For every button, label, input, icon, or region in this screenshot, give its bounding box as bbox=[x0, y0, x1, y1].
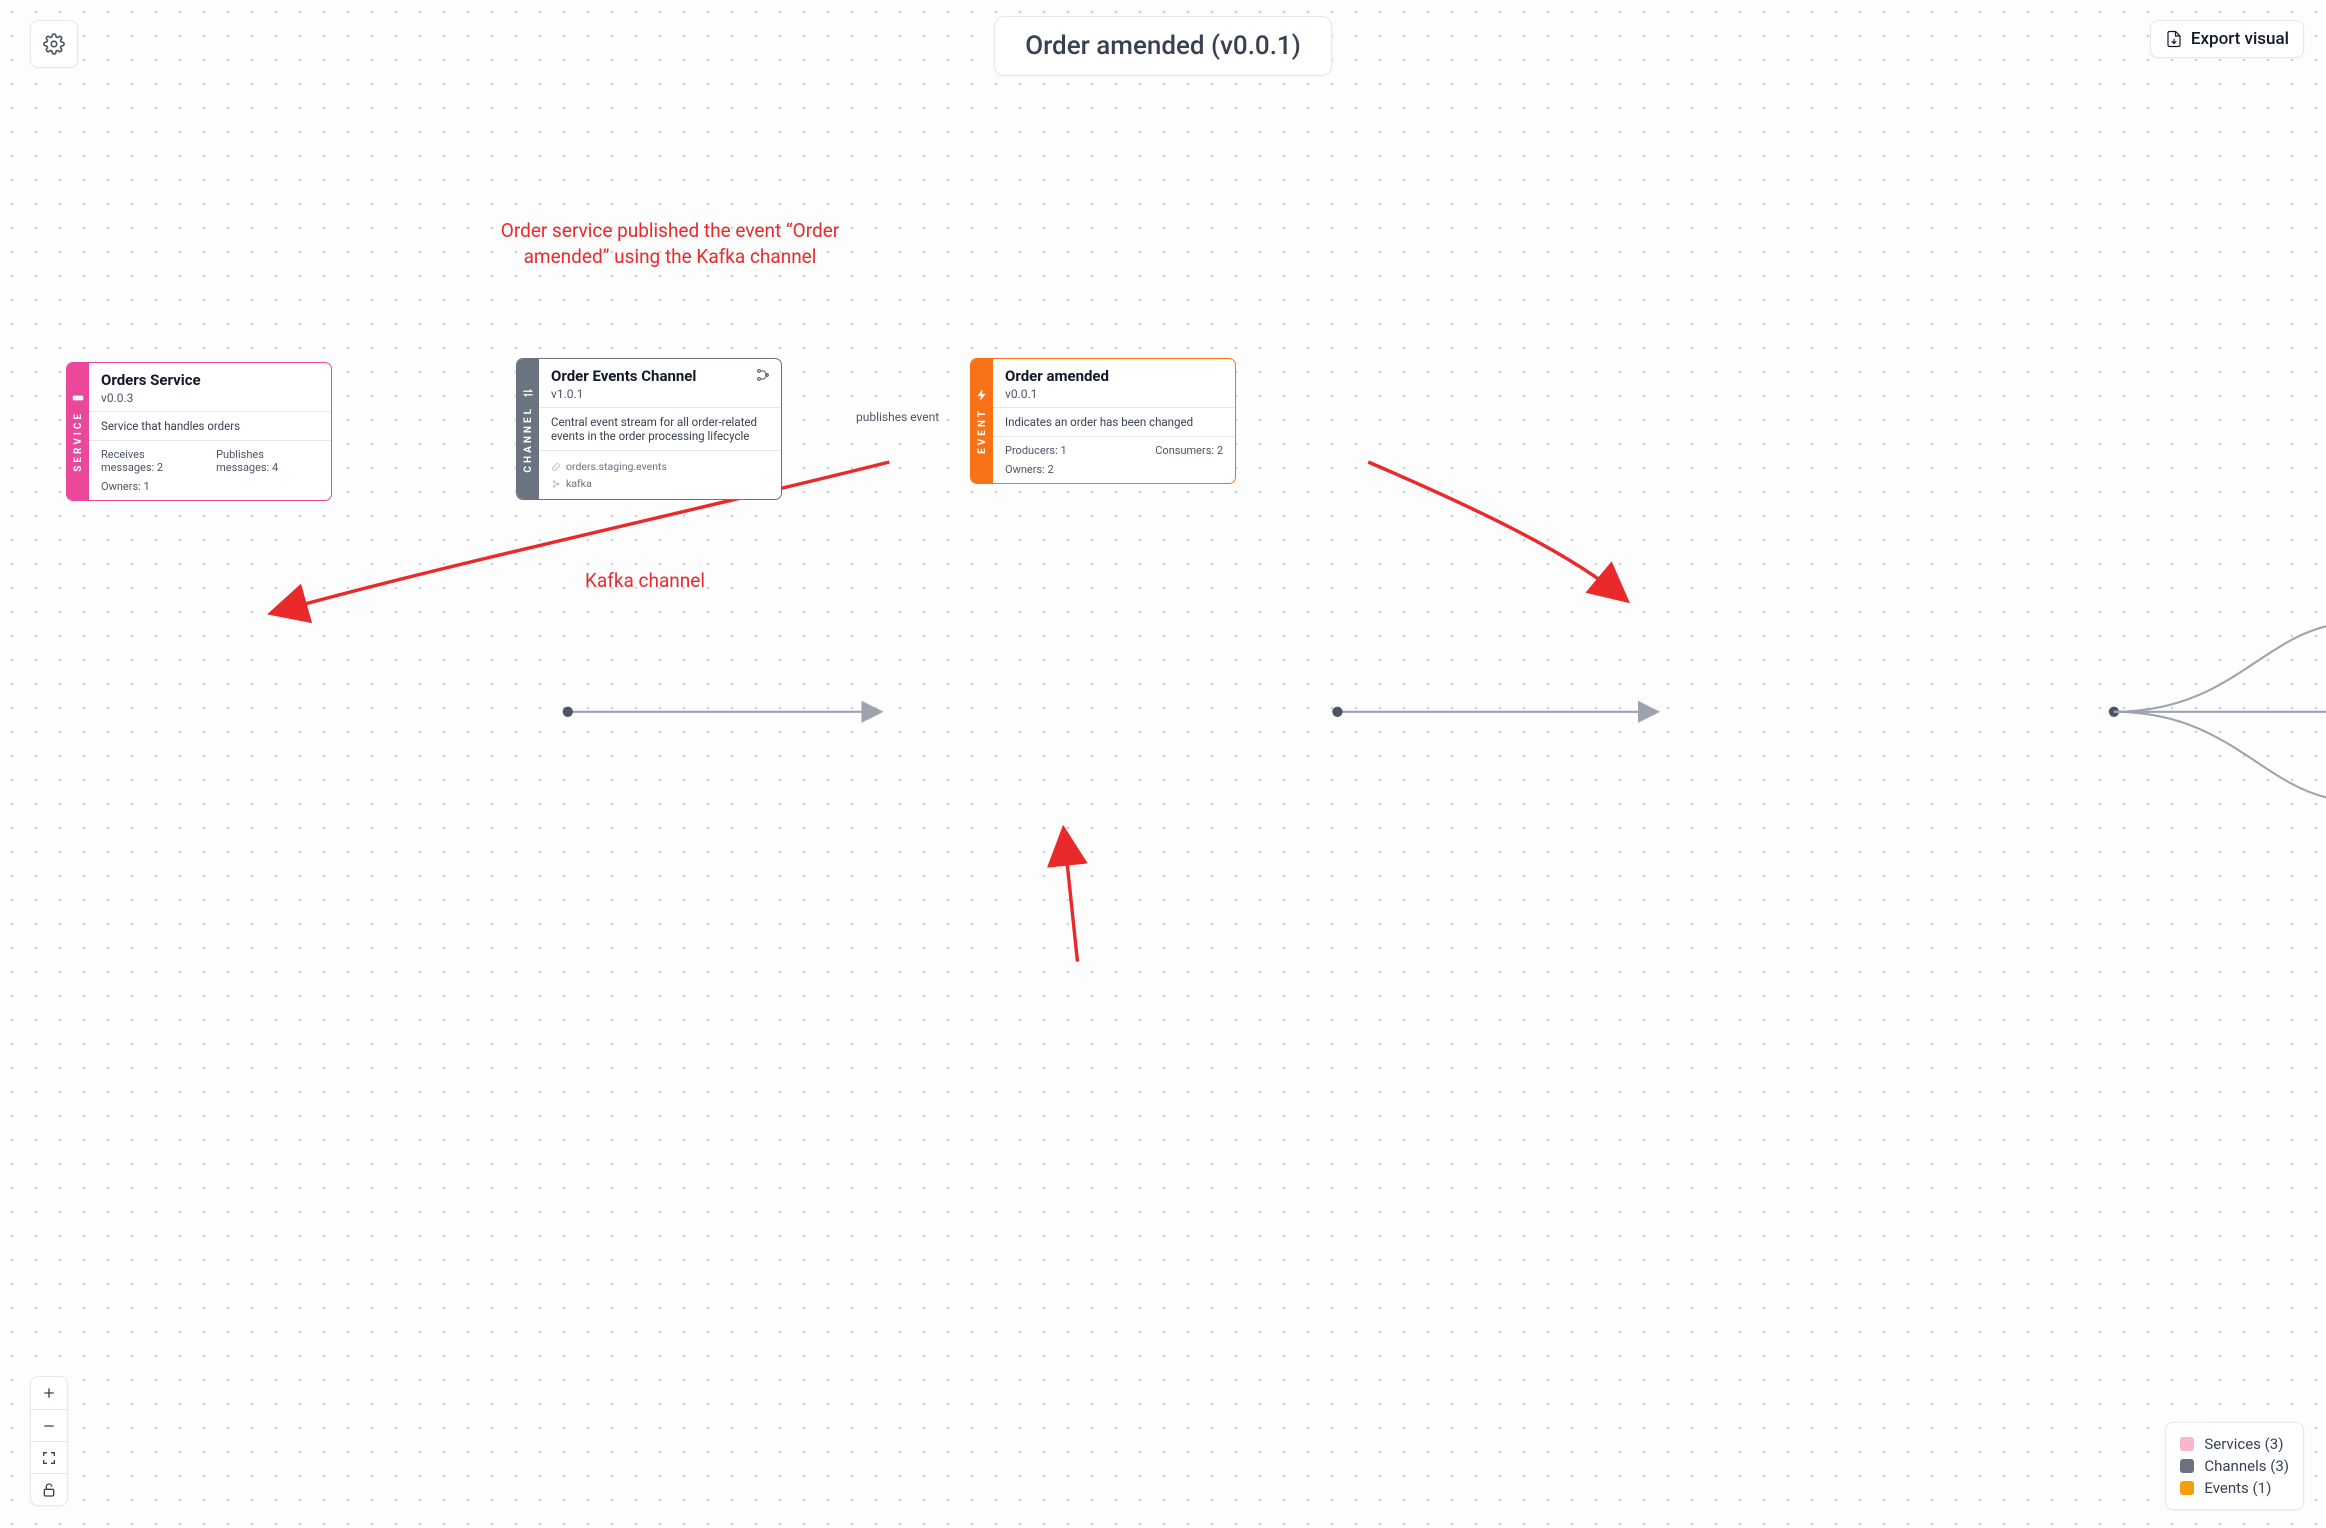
channel-tab: CHANNEL bbox=[517, 359, 539, 499]
service-tab: SERVICE bbox=[67, 363, 89, 500]
node-orders-service[interactable]: SERVICE Orders Service v0.0.3 Service th… bbox=[66, 362, 332, 501]
service-publishes: Publishes messages: 4 bbox=[216, 448, 319, 474]
plus-icon bbox=[41, 1385, 57, 1401]
legend-swatch-channels bbox=[2180, 1459, 2194, 1473]
service-tab-label: SERVICE bbox=[73, 411, 84, 472]
fit-view-button[interactable] bbox=[31, 1441, 67, 1473]
export-visual-button[interactable]: Export visual bbox=[2150, 20, 2304, 58]
file-export-icon bbox=[2165, 30, 2183, 48]
channel-broker: kafka bbox=[551, 475, 769, 492]
legend: Services (3) Channels (3) Events (1) bbox=[2165, 1422, 2304, 1510]
swap-icon bbox=[521, 386, 535, 400]
event-owners: Owners: 2 bbox=[1005, 463, 1054, 476]
server-icon bbox=[71, 391, 85, 405]
event-description: Indicates an order has been changed bbox=[993, 407, 1235, 436]
channel-title: Order Events Channel bbox=[551, 367, 769, 385]
page-title: Order amended (v0.0.1) bbox=[994, 16, 1332, 76]
gear-icon bbox=[43, 33, 65, 55]
maximize-icon bbox=[41, 1450, 57, 1466]
event-title: Order amended bbox=[1005, 367, 1223, 385]
service-title: Orders Service bbox=[101, 371, 319, 389]
channel-topic: orders.staging.events bbox=[551, 458, 769, 475]
zoom-out-button[interactable] bbox=[31, 1409, 67, 1441]
bolt-icon bbox=[975, 388, 989, 402]
annotation-top: Order service published the event “Order… bbox=[480, 218, 860, 269]
channel-tab-label: CHANNEL bbox=[523, 406, 534, 473]
legend-channels: Channels (3) bbox=[2180, 1455, 2289, 1477]
legend-swatch-events bbox=[2180, 1481, 2194, 1495]
service-owners: Owners: 1 bbox=[101, 480, 150, 493]
event-consumers: Consumers: 2 bbox=[1155, 444, 1223, 457]
event-tab-label: EVENT bbox=[977, 408, 988, 454]
channel-settings-icon[interactable] bbox=[755, 367, 771, 387]
diagram-canvas[interactable]: Order amended (v0.0.1) Export visual Ord… bbox=[0, 0, 2326, 1528]
legend-services: Services (3) bbox=[2180, 1433, 2289, 1455]
node-order-amended[interactable]: EVENT Order amended v0.0.1 Indicates an … bbox=[970, 358, 1236, 484]
legend-swatch-services bbox=[2180, 1437, 2194, 1451]
service-receives: Receives messages: 2 bbox=[101, 448, 200, 474]
unlock-icon bbox=[41, 1482, 57, 1498]
link-icon bbox=[551, 462, 561, 472]
annotation-bottom: Kafka channel bbox=[555, 568, 735, 594]
settings-button[interactable] bbox=[30, 20, 78, 68]
minus-icon bbox=[41, 1418, 57, 1434]
channel-description: Central event stream for all order-relat… bbox=[539, 407, 781, 450]
legend-events: Events (1) bbox=[2180, 1477, 2289, 1499]
lock-toggle-button[interactable] bbox=[31, 1473, 67, 1505]
node-order-events-channel[interactable]: CHANNEL Order Events Channel v1.0.1 Cent… bbox=[516, 358, 782, 500]
service-description: Service that handles orders bbox=[89, 411, 331, 440]
event-version: v0.0.1 bbox=[1005, 387, 1223, 401]
connectors-overlay bbox=[0, 0, 2326, 1528]
event-tab: EVENT bbox=[971, 359, 993, 483]
zoom-in-button[interactable] bbox=[31, 1377, 67, 1409]
kafka-icon bbox=[551, 479, 561, 489]
event-producers: Producers: 1 bbox=[1005, 444, 1067, 457]
zoom-controls bbox=[30, 1376, 68, 1506]
service-version: v0.0.3 bbox=[101, 391, 319, 405]
export-label: Export visual bbox=[2191, 29, 2289, 49]
channel-version: v1.0.1 bbox=[551, 387, 769, 401]
edge-label-publishes: publishes event bbox=[850, 408, 945, 426]
